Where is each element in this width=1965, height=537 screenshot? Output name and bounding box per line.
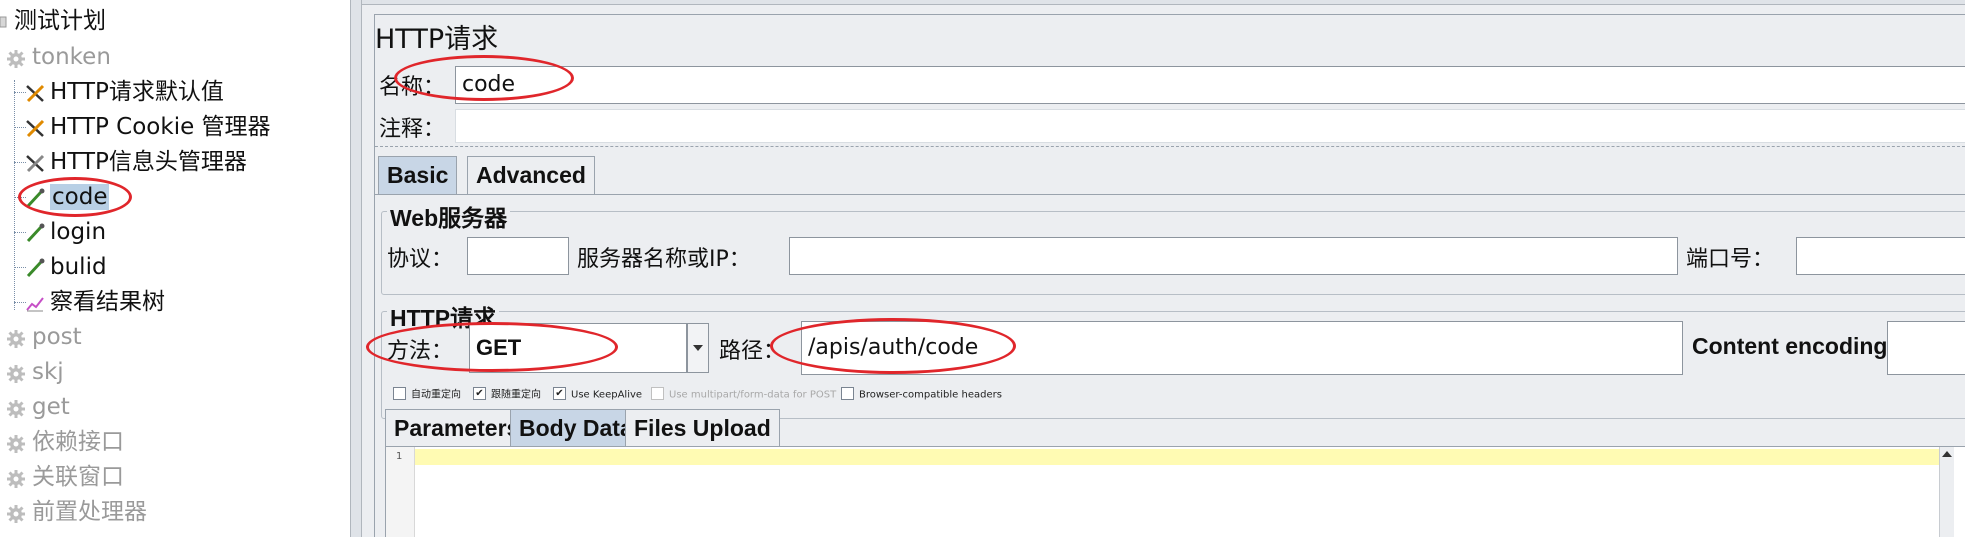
name-field[interactable]: code — [455, 66, 1965, 104]
tab-body-data[interactable]: Body Data — [510, 409, 642, 447]
checkbox-auto-redirect[interactable]: 自动重定向 — [393, 387, 461, 403]
gear-icon — [6, 465, 28, 488]
gear-icon — [6, 500, 28, 523]
method-dropdown-button[interactable] — [687, 323, 709, 373]
tree-item-label: code — [50, 184, 110, 210]
tree-item-label: 依赖接口 — [32, 429, 124, 455]
wrench-icon — [24, 80, 46, 102]
testplan-icon — [0, 9, 10, 31]
tab-parameters[interactable]: Parameters — [385, 409, 529, 447]
path-field[interactable]: /apis/auth/code — [801, 321, 1683, 375]
checkbox-box[interactable] — [841, 387, 854, 400]
protocol-label: 协议： — [387, 247, 454, 272]
checkbox-label: Browser-compatible headers — [859, 389, 1002, 401]
server-label: 服务器名称或IP： — [577, 247, 751, 272]
line-number-gutter: 1 — [386, 447, 415, 537]
tree-item-correlation[interactable]: 关联窗口 — [6, 460, 124, 494]
path-label: 路径： — [719, 339, 786, 364]
checkbox-label: Use multipart/form-data for POST — [669, 389, 837, 401]
tree-item-label: HTTP信息头管理器 — [50, 149, 247, 175]
tree-item-label: login — [50, 219, 107, 245]
tree-item-result-tree[interactable]: 察看结果树 — [24, 285, 165, 319]
wrench-icon — [24, 150, 46, 172]
content-encoding-field[interactable] — [1887, 321, 1965, 375]
pipette-icon — [24, 220, 46, 242]
tab-advanced[interactable]: Advanced — [467, 156, 595, 194]
protocol-field[interactable] — [467, 237, 569, 275]
tree-item-label: 关联窗口 — [32, 464, 124, 490]
method-label: 方法： — [387, 339, 454, 364]
graph-icon — [24, 290, 46, 312]
gear-icon — [6, 430, 28, 453]
tree-item-header-manager[interactable]: HTTP信息头管理器 — [24, 145, 247, 179]
method-select[interactable]: GET — [469, 323, 687, 373]
checkbox-box[interactable]: ✔ — [553, 387, 566, 400]
comment-field[interactable] — [455, 109, 1965, 143]
gear-icon — [6, 325, 28, 348]
comment-label: 注释： — [379, 117, 446, 142]
port-field[interactable] — [1796, 237, 1965, 275]
current-line-highlight — [415, 449, 1939, 465]
pipette-icon — [24, 255, 46, 277]
tree-item-dependency[interactable]: 依赖接口 — [6, 425, 124, 459]
checkbox-label: 跟随重定向 — [491, 389, 541, 401]
panel-title: HTTP请求 — [375, 24, 499, 55]
tree-item-label: 前置处理器 — [32, 499, 147, 525]
checkbox-browser-compatible[interactable]: Browser-compatible headers — [841, 387, 1002, 403]
gear-icon — [6, 360, 28, 383]
tree-item-label: post — [32, 324, 82, 350]
tree-item-preprocessor[interactable]: 前置处理器 — [6, 495, 147, 529]
tree-item-cookie-manager[interactable]: HTTP Cookie 管理器 — [24, 110, 271, 144]
tree-item-post[interactable]: post — [6, 320, 82, 354]
checkbox-follow-redirects[interactable]: ✔ 跟随重定向 — [473, 387, 541, 403]
pane-splitter[interactable] — [350, 0, 362, 537]
wrench-icon — [24, 115, 46, 137]
test-plan-tree[interactable]: 测试计划 tonken HTTP请求默认值 HTTP Cookie 管理器 HT… — [0, 0, 350, 537]
checkbox-multipart: Use multipart/form-data for POST — [651, 387, 837, 403]
port-label: 端口号： — [1686, 247, 1775, 272]
tree-item-label: tonken — [32, 44, 111, 70]
tree-item-label: get — [32, 394, 70, 420]
editor-scrollbar[interactable] — [1939, 447, 1954, 537]
scroll-up-icon[interactable] — [1942, 451, 1952, 457]
checkbox-box[interactable]: ✔ — [473, 387, 486, 400]
tree-item-code[interactable]: code — [24, 180, 110, 214]
gear-icon — [6, 45, 28, 68]
tree-item-label: HTTP请求默认值 — [50, 79, 224, 105]
body-data-editor[interactable]: 1 — [385, 446, 1965, 537]
checkbox-label: 自动重定向 — [411, 389, 461, 401]
http-request-panel: HTTP请求 名称： code 注释： Basic Advanced Web服务… — [362, 0, 1965, 537]
tab-files-upload[interactable]: Files Upload — [625, 409, 780, 447]
checkbox-keepalive[interactable]: ✔ Use KeepAlive — [553, 387, 643, 403]
checkbox-label: Use KeepAlive — [571, 389, 643, 401]
server-field[interactable] — [789, 237, 1678, 275]
tree-item-skj[interactable]: skj — [6, 355, 64, 389]
content-encoding-label: Content encoding: — [1692, 333, 1896, 359]
tab-basic[interactable]: Basic — [378, 156, 458, 194]
gear-icon — [6, 395, 28, 418]
line-number: 1 — [396, 451, 403, 462]
tree-item-label: 察看结果树 — [50, 289, 165, 315]
checkbox-box — [651, 387, 664, 400]
tree-item-test-plan[interactable]: 测试计划 — [0, 4, 106, 38]
tree-item-login[interactable]: login — [24, 215, 106, 249]
tree-item-bulid[interactable]: bulid — [24, 250, 107, 284]
tree-item-http-defaults[interactable]: HTTP请求默认值 — [24, 75, 224, 109]
pipette-icon — [24, 185, 46, 207]
tree-item-label: skj — [32, 359, 64, 385]
checkbox-box[interactable] — [393, 387, 406, 400]
tree-item-label: HTTP Cookie 管理器 — [50, 114, 271, 140]
tree-item-label: bulid — [50, 254, 107, 280]
chevron-down-icon — [693, 345, 703, 351]
tree-item-get[interactable]: get — [6, 390, 70, 424]
tree-item-tonken[interactable]: tonken — [6, 40, 111, 74]
name-label: 名称： — [379, 75, 446, 100]
tree-item-label: 测试计划 — [14, 8, 106, 34]
web-server-group-title: Web服务器 — [387, 199, 511, 233]
